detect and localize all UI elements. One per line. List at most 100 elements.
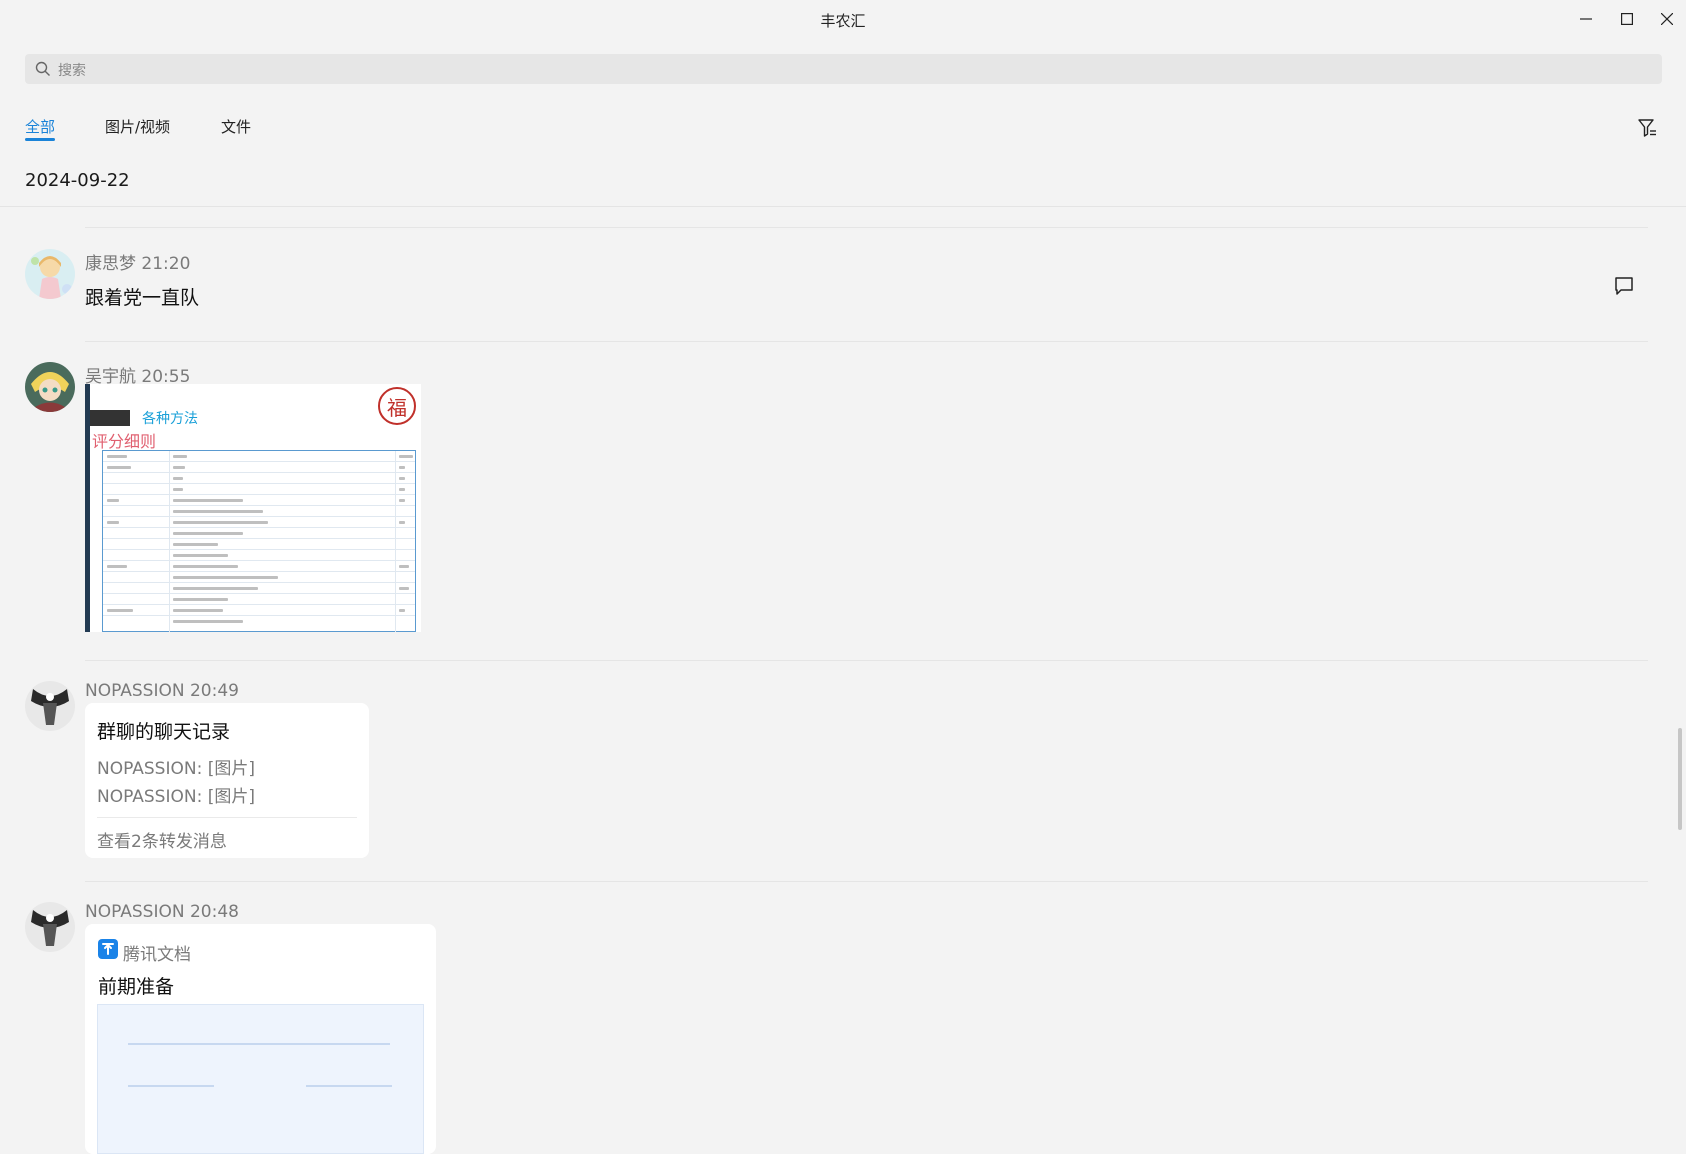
- reply-button[interactable]: [1613, 275, 1637, 299]
- window-title: 丰农汇: [820, 12, 866, 30]
- table-row-line: [103, 549, 415, 550]
- search-placeholder: 搜索: [58, 63, 86, 79]
- filter-icon: [1638, 119, 1656, 137]
- tab-label: 文件: [221, 118, 252, 136]
- table-text: [399, 488, 405, 491]
- tab-files[interactable]: 文件: [221, 116, 251, 137]
- message-meta: NOPASSION 20:49: [85, 681, 239, 701]
- forwarded-chat-card[interactable]: 群聊的聊天记录 NOPASSION: [图片] NOPASSION: [图片] …: [85, 703, 369, 858]
- table-text: [173, 598, 228, 601]
- message-item[interactable]: NOPASSION 20:49 群聊的聊天记录 NOPASSION: [图片] …: [25, 681, 1645, 861]
- message-item[interactable]: 康思梦 21:20 跟着党一直队: [25, 249, 1645, 319]
- table-text: [107, 521, 119, 524]
- table-row-line: [103, 527, 415, 528]
- search-input[interactable]: 搜索: [25, 54, 1662, 84]
- table-text: [173, 554, 228, 557]
- table-text: [173, 565, 238, 568]
- table-text: [399, 565, 409, 568]
- table-text: [173, 620, 243, 623]
- slide-heading: 各种方法: [142, 411, 198, 427]
- tab-active-indicator: [25, 138, 55, 141]
- table-row-line: [103, 483, 415, 484]
- table-text: [173, 543, 218, 546]
- seal-logo: 福: [378, 387, 416, 425]
- table-row-line: [103, 560, 415, 561]
- tab-all[interactable]: 全部: [25, 116, 56, 141]
- title-bar: 丰农汇: [0, 0, 1686, 40]
- table-row-line: [103, 604, 415, 605]
- preview-line: [128, 1085, 214, 1087]
- avatar-anime-girl-icon: [25, 249, 75, 299]
- image-attachment[interactable]: 各种方法 福 评分细则: [85, 384, 421, 632]
- scrollbar-thumb[interactable]: [1678, 728, 1682, 830]
- table-text: [399, 499, 405, 502]
- table-row-line: [103, 615, 415, 616]
- document-card[interactable]: 腾讯文档 前期准备: [85, 924, 436, 1154]
- view-forwarded-link[interactable]: 查看2条转发消息: [97, 827, 227, 852]
- tab-label: 图片/视频: [105, 118, 171, 136]
- table-row-line: [103, 494, 415, 495]
- table-text: [399, 477, 405, 480]
- message-divider: [85, 881, 1648, 882]
- message-divider: [85, 660, 1648, 661]
- table-text: [107, 499, 119, 502]
- search-icon: [35, 61, 50, 76]
- minimize-icon: [1580, 18, 1592, 20]
- avatar[interactable]: [25, 249, 75, 299]
- table-text: [399, 587, 409, 590]
- table-text: [173, 499, 243, 502]
- avatar[interactable]: [25, 362, 75, 412]
- table-text: [173, 521, 268, 524]
- message-divider: [85, 341, 1648, 342]
- table-row-line: [103, 505, 415, 506]
- message-item[interactable]: NOPASSION 20:48 腾讯文档 前期准备: [25, 902, 1645, 1154]
- table-text: [399, 455, 413, 458]
- avatar[interactable]: [25, 681, 75, 731]
- avatar-monochrome-icon: [25, 902, 75, 952]
- preview-line: [128, 1043, 390, 1045]
- table-text: [107, 609, 133, 612]
- tab-label: 全部: [25, 118, 56, 136]
- message-text[interactable]: 跟着党一直队: [85, 283, 199, 310]
- close-icon: [1661, 13, 1673, 25]
- table-text: [107, 455, 127, 458]
- forward-title: 群聊的聊天记录: [97, 721, 231, 743]
- table-row-line: [103, 516, 415, 517]
- message-item[interactable]: 吴宇航 20:55 各种方法 福 评分细则: [25, 362, 1645, 642]
- minimize-button[interactable]: [1568, 4, 1604, 34]
- table-text: [399, 521, 405, 524]
- table-text: [173, 510, 263, 513]
- message-meta: 康思梦 21:20: [85, 254, 191, 274]
- table-text: [399, 609, 405, 612]
- message-meta: NOPASSION 20:48: [85, 902, 239, 922]
- table-text: [399, 466, 405, 469]
- table-text: [173, 477, 183, 480]
- preview-line: [306, 1085, 392, 1087]
- table-row-line: [103, 538, 415, 539]
- table-text: [107, 466, 131, 469]
- close-button[interactable]: [1649, 4, 1685, 34]
- filter-button[interactable]: [1636, 116, 1660, 140]
- avatar-anime-boy-icon: [25, 362, 75, 412]
- forward-line: NOPASSION: [图片]: [97, 787, 255, 807]
- slide-header: [90, 384, 416, 426]
- avatar[interactable]: [25, 902, 75, 952]
- avatar-monochrome-icon: [25, 681, 75, 731]
- doc-app-name: 腾讯文档: [123, 945, 191, 965]
- table-text: [173, 488, 183, 491]
- table-row-line: [103, 461, 415, 462]
- date-header: 2024-09-22: [25, 170, 130, 191]
- slide-table: [102, 450, 416, 632]
- table-text: [173, 576, 278, 579]
- table-row-line: [103, 582, 415, 583]
- doc-title: 前期准备: [98, 976, 175, 998]
- tencent-docs-icon: [98, 939, 118, 959]
- table-text: [173, 587, 258, 590]
- tab-images-videos[interactable]: 图片/视频: [105, 116, 170, 137]
- maximize-button[interactable]: [1609, 4, 1645, 34]
- table-row-line: [103, 571, 415, 572]
- table-text: [107, 565, 127, 568]
- slide-arrow-shape: [90, 410, 130, 426]
- table-text: [173, 455, 187, 458]
- forward-line: NOPASSION: [图片]: [97, 759, 255, 779]
